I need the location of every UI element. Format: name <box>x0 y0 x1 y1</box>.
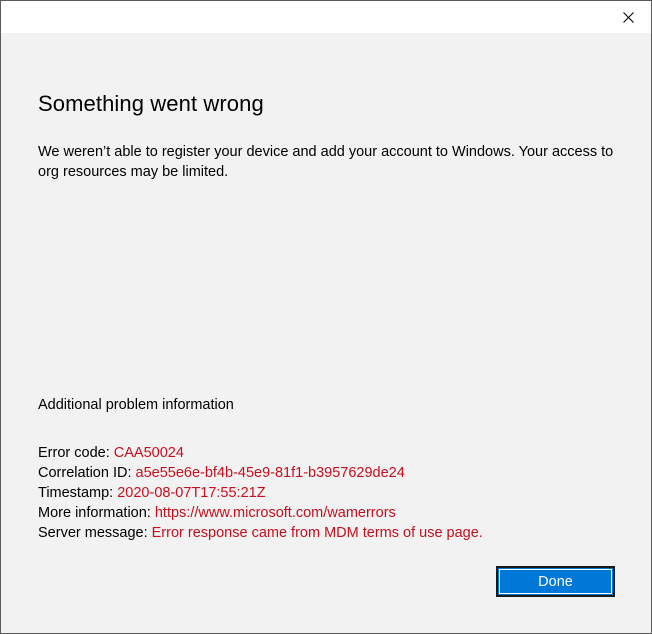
error-code-value: CAA50024 <box>113 445 184 461</box>
timestamp-row: Timestamp: 2020-08-07T17:55:21Z <box>38 483 628 503</box>
correlation-id-row: Correlation ID: a5e55e6e-bf4b-45e9-81f1-… <box>38 463 628 483</box>
server-message-row: Server message: Error response came from… <box>38 523 628 543</box>
title-bar <box>1 1 651 33</box>
server-message-label: Server message: <box>38 525 148 541</box>
more-info-link[interactable]: https://www.microsoft.com/wamerrors <box>155 505 396 521</box>
timestamp-label: Timestamp: <box>38 485 114 501</box>
error-dialog-window: Something went wrong We weren’t able to … <box>0 0 652 634</box>
more-info-label: More information: <box>38 505 151 521</box>
dialog-heading: Something went wrong <box>38 91 264 116</box>
error-code-row: Error code: CAA50024 <box>38 443 628 463</box>
correlation-id-label: Correlation ID: <box>38 465 132 481</box>
additional-info-heading: Additional problem information <box>38 397 234 413</box>
error-message: We weren’t able to register your device … <box>38 144 614 180</box>
timestamp-value: 2020-08-07T17:55:21Z <box>117 485 266 501</box>
more-info-row: More information: https://www.microsoft.… <box>38 503 628 523</box>
correlation-id-value: a5e55e6e-bf4b-45e9-81f1-b3957629de24 <box>135 465 405 481</box>
close-icon <box>622 11 634 23</box>
close-button[interactable] <box>605 1 651 33</box>
error-code-label: Error code: <box>38 445 110 461</box>
server-message-value: Error response came from MDM terms of us… <box>151 525 483 541</box>
done-button[interactable]: Done <box>496 566 615 597</box>
problem-details: Error code: CAA50024 Correlation ID: a5e… <box>38 443 628 543</box>
